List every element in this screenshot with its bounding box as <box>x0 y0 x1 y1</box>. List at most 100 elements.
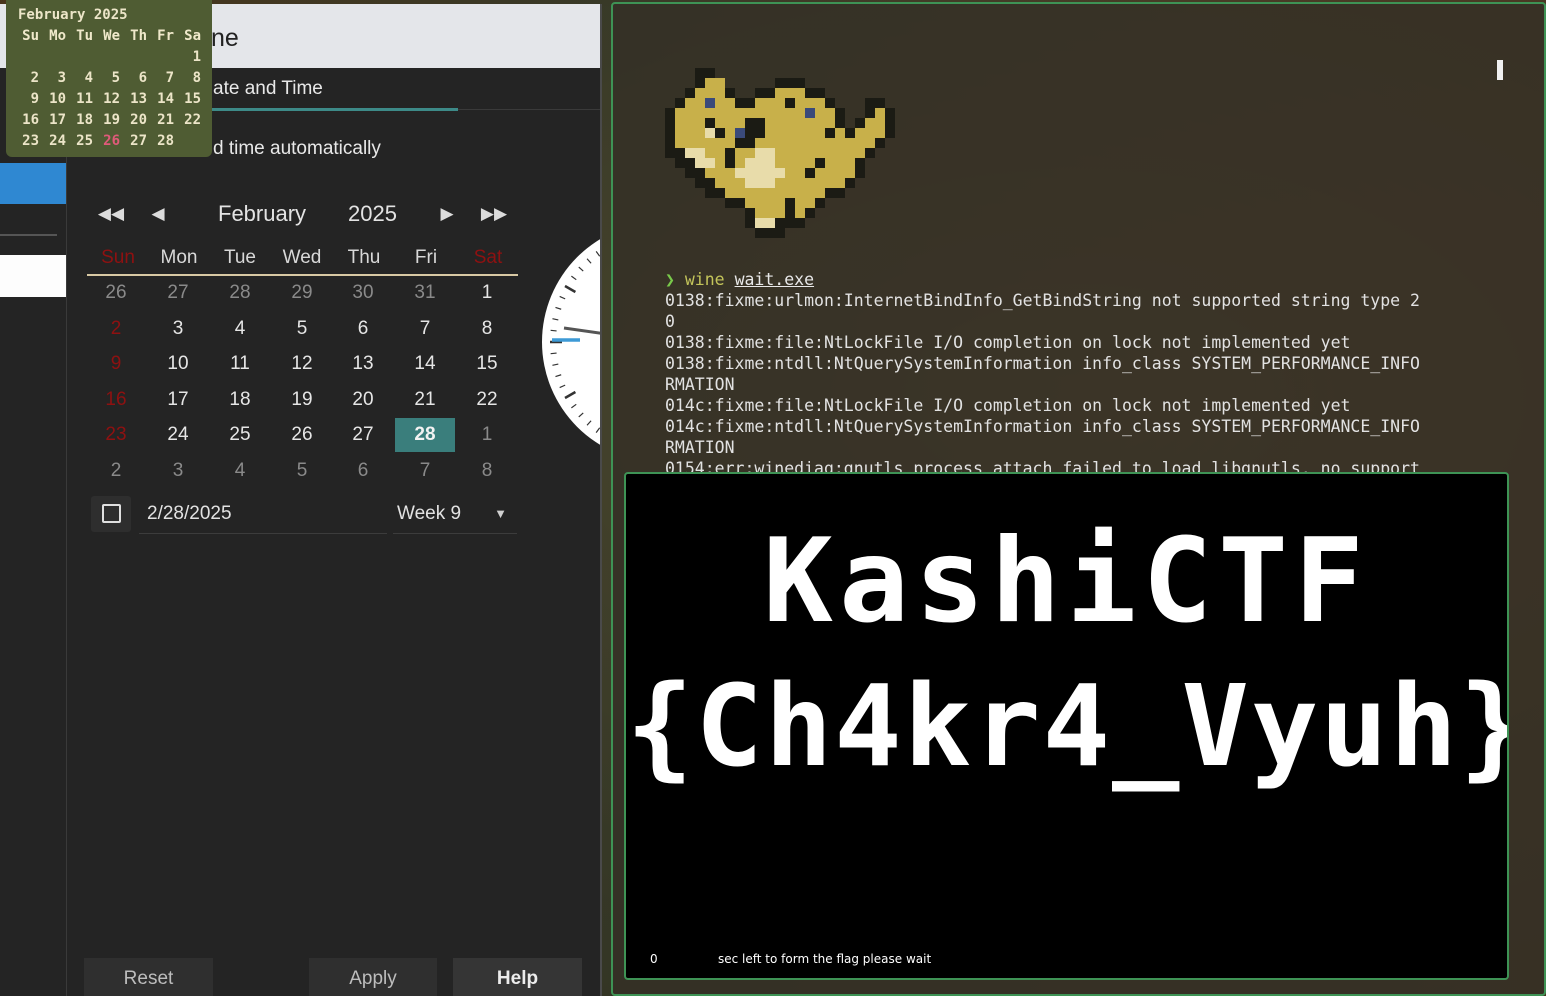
week-dropdown[interactable]: Week 9 ▼ <box>393 496 517 534</box>
sidebar-item-selected[interactable] <box>0 163 66 204</box>
calendar-day[interactable]: 16 <box>86 383 146 417</box>
help-button[interactable]: Help <box>453 958 582 996</box>
calendar-day[interactable]: 25 <box>210 418 270 452</box>
mini-calendar-day: 16 <box>22 112 39 128</box>
auto-time-checkbox-label[interactable]: d time automatically <box>213 138 381 160</box>
calendar-day[interactable]: 5 <box>272 312 332 346</box>
mini-calendar-day: 3 <box>57 70 66 86</box>
calendar-day[interactable]: 2 <box>86 312 146 346</box>
calendar-day[interactable]: 3 <box>148 312 208 346</box>
calendar-day[interactable]: 7 <box>395 312 455 346</box>
mini-weekday-header: Tu <box>76 28 93 44</box>
flag-text-line-1: KashiCTF <box>763 514 1370 649</box>
mini-calendar-day: 21 <box>157 112 174 128</box>
pixel-art-pokemon-image <box>665 68 895 238</box>
calendar-day[interactable]: 20 <box>333 383 393 417</box>
mini-calendar-day: 14 <box>157 91 174 107</box>
calendar-day[interactable]: 24 <box>148 418 208 452</box>
terminal-command: wine <box>684 270 725 289</box>
calendar-day[interactable]: 22 <box>457 383 517 417</box>
flag-display-window[interactable]: KashiCTF {Ch4kr4_Vyuh} 0 sec left to for… <box>624 472 1509 980</box>
prev-month-button[interactable]: ◀ <box>143 201 173 227</box>
calendar-day[interactable]: 2 <box>86 454 146 488</box>
calendar-day[interactable]: 1 <box>457 418 517 452</box>
mini-calendar-day: 4 <box>84 70 93 86</box>
calendar-day-selected[interactable]: 28 <box>395 418 455 452</box>
mini-calendar-day: 2 <box>30 70 39 86</box>
calendar-day[interactable]: 14 <box>395 347 455 381</box>
week-dropdown-value: Week 9 <box>397 503 462 524</box>
calendar-weekday-header: Sun Mon Tue Wed Thu Fri Sat <box>87 244 518 276</box>
terminal-line: 0 <box>665 312 675 331</box>
window-title: ne <box>211 24 239 52</box>
week-number-checkbox[interactable] <box>91 496 131 532</box>
prev-year-button[interactable]: ◀◀ <box>96 201 126 227</box>
next-month-button[interactable]: ▶ <box>432 201 462 227</box>
calendar-day[interactable]: 8 <box>457 312 517 346</box>
calendar-day[interactable]: 19 <box>272 383 332 417</box>
calendar-day[interactable]: 5 <box>272 454 332 488</box>
calendar-day[interactable]: 8 <box>457 454 517 488</box>
terminal-cursor <box>1497 60 1503 80</box>
dropdown-caret-icon: ▼ <box>494 506 507 521</box>
sidebar-item[interactable] <box>0 255 66 297</box>
apply-button[interactable]: Apply <box>309 958 437 996</box>
mini-calendar-day: 6 <box>138 70 147 86</box>
mini-calendar-day: 22 <box>184 112 201 128</box>
mini-calendar-day: 25 <box>76 133 93 149</box>
calendar-month: February <box>218 201 307 226</box>
analog-clock <box>542 222 600 462</box>
calendar-day[interactable]: 17 <box>148 383 208 417</box>
terminal-command-argument: wait.exe <box>734 270 815 289</box>
prompt-arrow: ❯ <box>665 270 675 289</box>
mini-calendar-day: 8 <box>192 70 201 86</box>
calendar-day[interactable]: 30 <box>333 276 393 310</box>
weekday-header: Fri <box>414 247 438 268</box>
mini-calendar-day: 23 <box>22 133 39 149</box>
calendar-day[interactable]: 29 <box>272 276 332 310</box>
calendar-day[interactable]: 15 <box>457 347 517 381</box>
mini-weekday-header: Mo <box>49 28 66 44</box>
terminal-output: ❯ wine wait.exe 0138:fixme:urlmon:Intern… <box>665 269 1515 479</box>
mini-calendar-day: 18 <box>76 112 93 128</box>
calendar-day[interactable]: 1 <box>457 276 517 310</box>
weekday-header: Wed <box>282 247 322 268</box>
calendar-day[interactable]: 21 <box>395 383 455 417</box>
flag-text-line-2: {Ch4kr4_Vyuh} <box>626 662 1509 792</box>
mini-calendar-day: 10 <box>49 91 66 107</box>
calendar-day[interactable]: 6 <box>333 454 393 488</box>
tab-divider <box>458 109 600 110</box>
calendar-day[interactable]: 18 <box>210 383 270 417</box>
next-year-button[interactable]: ▶▶ <box>479 201 509 227</box>
calendar-day[interactable]: 12 <box>272 347 332 381</box>
mini-calendar-day: 7 <box>165 70 174 86</box>
mini-calendar-title: February 2025 <box>18 7 128 23</box>
sidebar-divider <box>0 234 57 236</box>
calendar-day[interactable]: 23 <box>86 418 146 452</box>
calendar-day[interactable]: 11 <box>210 347 270 381</box>
calendar-day[interactable]: 13 <box>333 347 393 381</box>
mini-weekday-header: We <box>103 28 120 44</box>
calendar-day[interactable]: 10 <box>148 347 208 381</box>
calendar-day[interactable]: 26 <box>272 418 332 452</box>
reset-button[interactable]: Reset <box>84 958 213 996</box>
mini-calendar-day: 1 <box>192 49 201 65</box>
calendar-day[interactable]: 26 <box>86 276 146 310</box>
calendar-day[interactable]: 27 <box>333 418 393 452</box>
calendar-day[interactable]: 27 <box>148 276 208 310</box>
countdown-value: 0 <box>650 952 658 966</box>
mini-calendar-day: 20 <box>130 112 147 128</box>
calendar-day[interactable]: 31 <box>395 276 455 310</box>
terminal-line: RMATION <box>665 375 735 394</box>
calendar-day[interactable]: 6 <box>333 312 393 346</box>
calendar-day[interactable]: 3 <box>148 454 208 488</box>
calendar-day[interactable]: 7 <box>395 454 455 488</box>
date-input[interactable]: 2/28/2025 <box>139 496 387 534</box>
weekday-header: Mon <box>160 247 198 268</box>
terminal-line: 0138:fixme:file:NtLockFile I/O completio… <box>665 333 1351 352</box>
calendar-grid: 26 27 28 29 30 31 1 2 3 4 5 6 7 8 9 10 11 12 13 14 15 16 17 18 1… <box>86 276 520 490</box>
calendar-day[interactable]: 4 <box>210 312 270 346</box>
calendar-day[interactable]: 9 <box>86 347 146 381</box>
calendar-day[interactable]: 28 <box>210 276 270 310</box>
calendar-day[interactable]: 4 <box>210 454 270 488</box>
